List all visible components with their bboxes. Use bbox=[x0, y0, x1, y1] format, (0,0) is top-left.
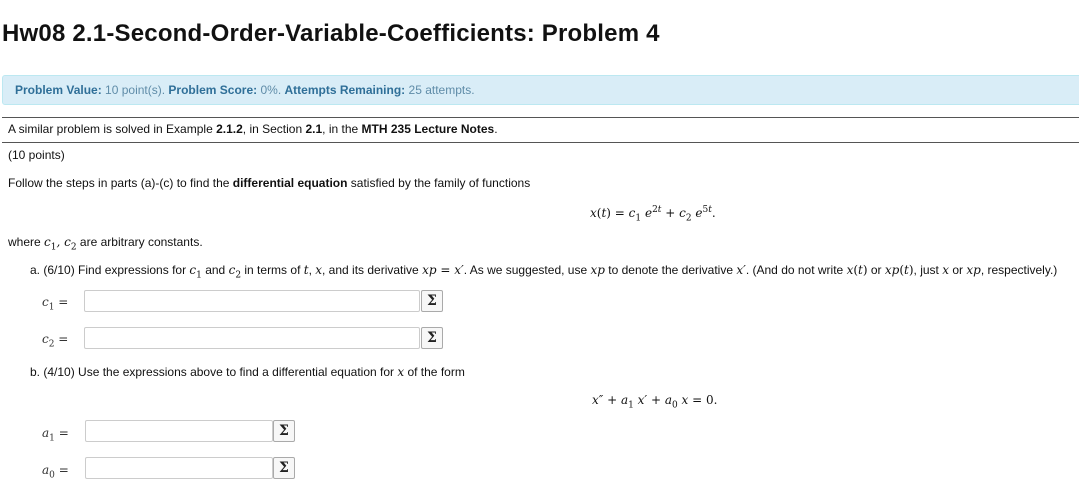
sigma-icon[interactable]: Σ bbox=[273, 420, 295, 442]
a0-input[interactable] bbox=[85, 457, 273, 479]
c2-input[interactable] bbox=[84, 327, 420, 349]
problem-value: 10 point(s). bbox=[105, 83, 166, 97]
part-a-prompt: a. (6/10) Find expressions for c1 and c2… bbox=[30, 263, 1058, 281]
target-ode-equation: x″ + a1 x′ + a0 x = 0. bbox=[592, 393, 718, 411]
function-family-equation: x(t) = c1 e2t + c2 e5t. bbox=[590, 205, 716, 224]
c2-label: c2 = bbox=[42, 332, 69, 350]
lecture-notes-ref: MTH 235 Lecture Notes bbox=[361, 122, 495, 136]
sigma-icon[interactable]: Σ bbox=[273, 457, 295, 479]
problem-info-bar: Problem Value: 10 point(s). Problem Scor… bbox=[2, 75, 1079, 105]
points-text: (10 points) bbox=[8, 148, 65, 162]
intro-line: A similar problem is solved in Example 2… bbox=[8, 122, 498, 136]
attempts-label: Attempts Remaining: bbox=[284, 83, 406, 97]
section-ref: 2.1 bbox=[305, 122, 323, 136]
c1-label: c1 = bbox=[42, 295, 69, 313]
problem-score: 0%. bbox=[260, 83, 282, 97]
attempts-remaining: 25 attempts. bbox=[408, 83, 475, 97]
a1-label: a1 = bbox=[42, 426, 69, 444]
c1-input[interactable] bbox=[84, 290, 420, 312]
sigma-icon[interactable]: Σ bbox=[421, 290, 443, 312]
part-b-prompt: b. (4/10) Use the expressions above to f… bbox=[30, 365, 465, 379]
where-line: where c1, c2 are arbitrary constants. bbox=[8, 235, 203, 253]
example-ref: 2.1.2 bbox=[216, 122, 243, 136]
instructions-text: Follow the steps in parts (a)-(c) to fin… bbox=[8, 176, 531, 190]
problem-score-label: Problem Score: bbox=[168, 83, 258, 97]
divider bbox=[2, 117, 1079, 118]
divider bbox=[2, 142, 1079, 143]
a1-input[interactable] bbox=[85, 420, 273, 442]
problem-value-label: Problem Value: bbox=[15, 83, 102, 97]
a0-label: a0 = bbox=[42, 463, 69, 481]
sigma-icon[interactable]: Σ bbox=[421, 327, 443, 349]
page-title: Hw08 2.1-Second-Order-Variable-Coefficie… bbox=[2, 20, 660, 47]
